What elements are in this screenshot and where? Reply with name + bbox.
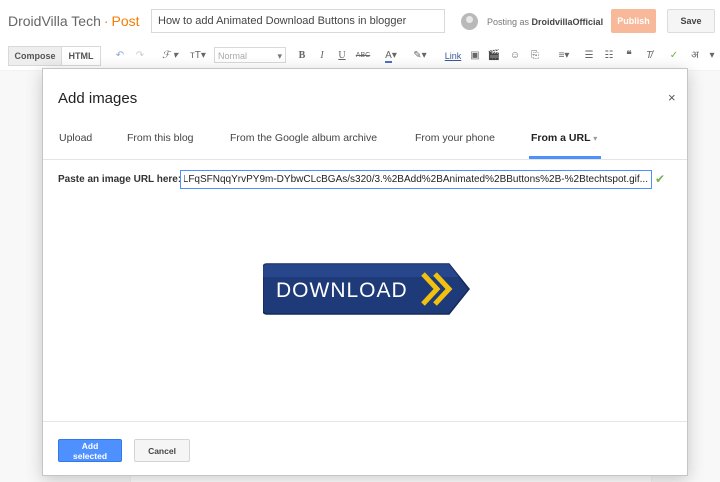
blog-brand[interactable]: DroidVilla Tech · Post [8,13,140,29]
posting-prefix: Posting as [487,17,530,27]
more-dropdown-icon[interactable]: ▾ [706,48,718,64]
avatar[interactable] [461,13,478,30]
highlight-icon[interactable]: ✎▾ [409,48,431,64]
tab-from-a-url-label: From a URL [531,132,591,144]
image-icon[interactable]: ▣ [468,48,482,64]
preview-text: DOWNLOAD [276,279,408,302]
undo-icon[interactable]: ↶ [113,48,127,64]
dialog-footer: Add selected Cancel [43,421,687,476]
redo-icon[interactable]: ↷ [133,48,147,64]
italic-icon[interactable]: I [316,48,328,64]
format-select[interactable]: Normal [214,47,286,64]
add-selected-button[interactable]: Add selected [58,439,122,462]
numbered-list-icon[interactable]: ☰ [582,48,596,64]
post-title-input[interactable] [151,9,445,33]
dialog-title: Add images [58,90,138,107]
font-family-icon[interactable]: ℱ ▾ [158,48,182,64]
publish-button[interactable]: Publish [611,9,656,33]
strikethrough-icon[interactable]: ABC [355,48,371,64]
add-images-dialog: Add images × Upload From this blog From … [42,68,688,476]
link-button[interactable]: Link [443,48,463,64]
posting-as: Posting as DroidvillaOfficial [487,17,603,27]
source-tabs: Upload From this blog From the Google al… [43,125,687,160]
font-size-icon[interactable]: ᴛT▾ [186,48,210,64]
underline-icon[interactable]: U [336,48,348,64]
close-icon[interactable]: × [668,91,676,105]
chevron-down-icon: ▾ [593,134,598,143]
save-button[interactable]: Save [667,9,715,33]
top-bar: DroidVilla Tech·Post Posting as Droidvil… [0,0,720,42]
quote-icon[interactable]: ❝ [622,48,636,64]
video-icon[interactable]: 🎬 [487,48,501,64]
cancel-button[interactable]: Cancel [134,439,190,462]
align-icon[interactable]: ≡▾ [553,48,575,64]
image-preview[interactable]: DOWNLOAD [262,262,471,316]
brand-separator: · [103,13,109,29]
bold-icon[interactable]: B [296,48,308,64]
input-tools-icon[interactable]: अ [688,48,702,64]
clear-format-icon[interactable]: T̸ [642,48,656,64]
bullet-list-icon[interactable]: ☷ [602,48,616,64]
tab-google-album-archive[interactable]: From the Google album archive [230,131,377,159]
editor-toolbar: Compose HTML ↶ ↷ ℱ ▾ ᴛT▾ Normal B I U AB… [0,42,720,71]
download-button-image: DOWNLOAD [262,263,470,315]
text-color-icon[interactable]: A▾ [380,48,402,64]
tab-from-a-url[interactable]: From a URL ▾ [529,131,601,159]
image-url-input[interactable] [180,170,652,189]
html-tab[interactable]: HTML [61,46,101,66]
spellcheck-icon[interactable]: ✓ [667,48,681,64]
account-name: DroidvillaOfficial [531,17,604,27]
tab-from-your-phone[interactable]: From your phone [415,131,495,159]
tab-from-this-blog[interactable]: From this blog [127,131,194,159]
jump-break-icon[interactable]: ⎘ [528,48,542,64]
emoji-icon[interactable]: ☺ [508,48,522,64]
url-label: Paste an image URL here: [58,174,182,185]
compose-tab[interactable]: Compose [8,46,62,66]
blog-name: DroidVilla Tech [8,13,101,29]
section-label: Post [111,13,140,29]
tab-upload[interactable]: Upload [59,131,92,159]
checkmark-icon: ✔ [655,172,666,186]
